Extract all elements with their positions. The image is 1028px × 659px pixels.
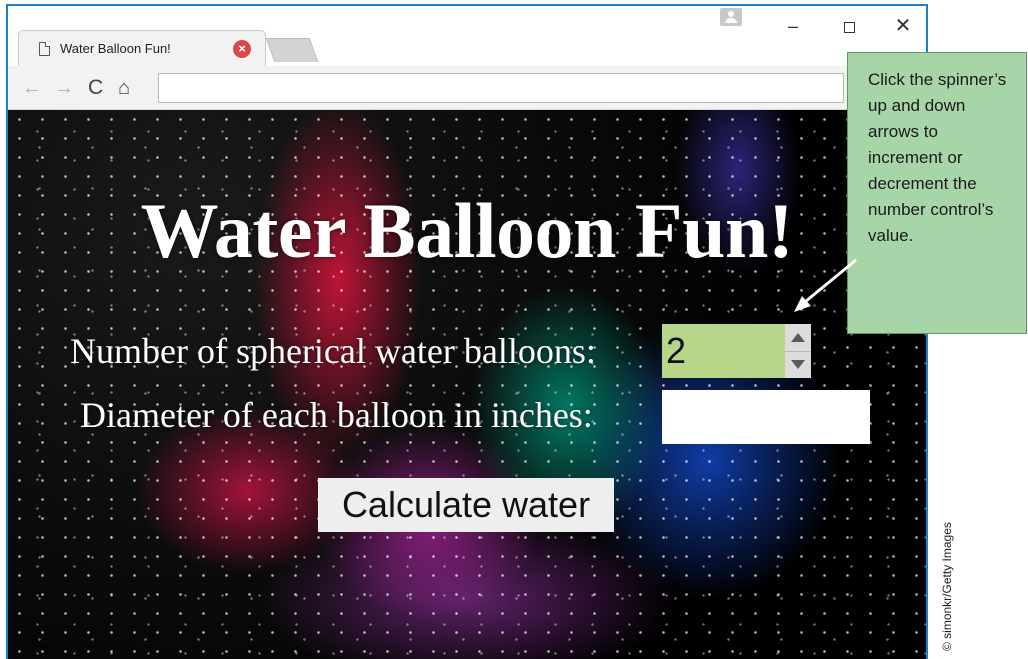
spinner-arrows[interactable]	[785, 324, 811, 378]
spinner-down-button[interactable]	[785, 351, 811, 378]
address-bar[interactable]	[158, 73, 844, 103]
balloon-count-value[interactable]: 2	[662, 324, 785, 378]
page-viewport: Water Balloon Fun! Number of spherical w…	[8, 110, 926, 659]
balloon-diameter-input[interactable]	[662, 390, 870, 444]
balloon-count-spinner[interactable]: 2	[662, 324, 811, 378]
triangle-down-icon	[791, 360, 805, 370]
browser-tab[interactable]: Water Balloon Fun! ×	[18, 30, 266, 66]
maximize-button[interactable]	[834, 14, 864, 38]
close-window-button[interactable]: ✕	[888, 14, 918, 38]
tab-close-icon[interactable]: ×	[233, 39, 251, 58]
browser-toolbar: ← → C ⌂	[8, 66, 926, 110]
callout-note: Click the spinner’s up and down arrows t…	[847, 52, 1027, 334]
minimize-button[interactable]: –	[778, 14, 808, 38]
reload-icon[interactable]: C	[88, 76, 103, 100]
back-arrow-icon[interactable]: ←	[22, 76, 42, 100]
spinner-up-button[interactable]	[785, 324, 811, 352]
home-icon[interactable]: ⌂	[118, 76, 130, 100]
photo-credit: © simonkr/Getty Images	[940, 522, 954, 651]
triangle-up-icon	[791, 332, 805, 342]
page-title: Water Balloon Fun!	[140, 187, 794, 274]
new-tab-button[interactable]	[265, 38, 319, 62]
browser-window: Water Balloon Fun! × – ✕ ← → C ⌂ Water B…	[6, 4, 928, 659]
title-bar: Water Balloon Fun! × – ✕	[8, 6, 926, 66]
balloon-diameter-label: Diameter of each balloon in inches:	[80, 395, 593, 435]
tab-title: Water Balloon Fun!	[60, 41, 171, 56]
page-icon	[39, 41, 50, 56]
profile-icon[interactable]	[720, 8, 742, 26]
forward-arrow-icon[interactable]: →	[54, 76, 74, 100]
balloon-count-label: Number of spherical water balloons:	[70, 331, 596, 371]
maximize-icon	[843, 21, 855, 33]
calculate-water-button[interactable]: Calculate water	[318, 478, 614, 532]
